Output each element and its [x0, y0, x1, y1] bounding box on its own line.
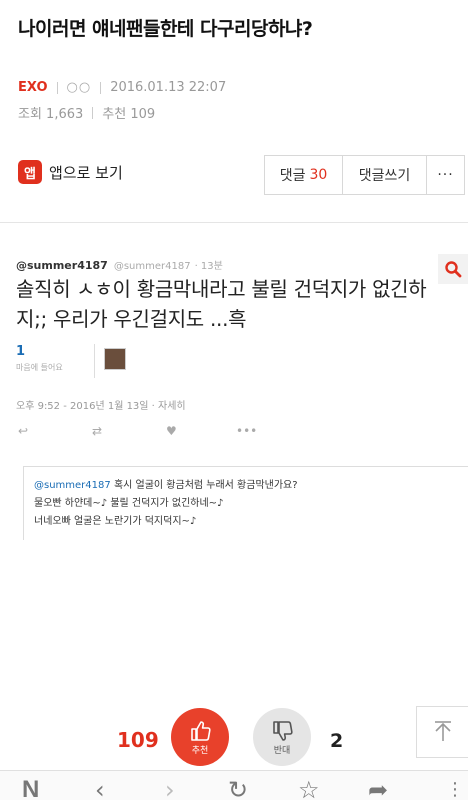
post-datetime: 2016.01.13 22:07 [110, 80, 227, 95]
reply-icon: ↩ [18, 424, 29, 438]
tweet-time: · 13분 [194, 261, 223, 272]
post-stats: 조회 1,663 추천 109 [18, 103, 155, 122]
post-title: 나이러면 얘네팬들한테 다구리당하냐? [18, 18, 313, 40]
dislike-button[interactable]: 반대 [253, 708, 311, 766]
dislike-count: 2 [330, 730, 344, 752]
divider [100, 81, 102, 94]
app-view-link[interactable]: 앱 앱으로 보기 [18, 160, 123, 184]
divider [94, 344, 95, 378]
avatar [104, 348, 126, 370]
tweet-user: @summer4187 [16, 259, 108, 272]
comments-label: 댓글 [279, 168, 306, 184]
scroll-top-icon [434, 721, 451, 741]
divider [56, 81, 58, 94]
like-count: 109 [117, 728, 159, 752]
like-label: 추천 [191, 745, 209, 756]
comments-button[interactable]: 댓글 30 [264, 155, 343, 195]
tweet-actions: ↩ ⇄ ♥ ••• [18, 424, 258, 442]
thumbs-down-icon [273, 720, 293, 741]
reply-line: 물오빤 하얀데~♪ 불릴 건덕지가 없긴하네~♪ [34, 498, 224, 509]
tweet-fav-count: 1 [16, 344, 26, 359]
tweet-text: 솔직히 ㅅㅎ이 황금막내라고 불릴 건덕지가 없긴하지;; 우리가 우긴걸지도 … [16, 277, 427, 331]
scroll-top-button[interactable] [416, 706, 468, 758]
post-category[interactable]: EXO [18, 80, 48, 95]
menu-icon[interactable]: ⋮ [446, 775, 464, 800]
forward-icon[interactable]: › [165, 775, 175, 800]
section-divider [0, 222, 468, 223]
post-author[interactable]: ○○ [67, 80, 92, 95]
comment-toolbar: 댓글 30 댓글쓰기 ··· [264, 155, 465, 195]
tweet-favorites: 1 마음에 들어요 [16, 344, 63, 373]
app-icon: 앱 [18, 160, 42, 184]
comments-count: 30 [309, 167, 328, 183]
heart-icon: ♥ [166, 424, 177, 438]
reply-line: @summer4187 혹시 얼굴이 황금처럼 누래서 황금막낸가요? [34, 477, 458, 495]
back-icon[interactable]: ‹ [95, 775, 105, 800]
tweet-handle: @summer4187 [113, 261, 191, 272]
more-button[interactable]: ··· [427, 155, 465, 195]
reply-line: 너네오빠 얼굴은 노란기가 덕지덕지~♪ [34, 516, 197, 527]
vote-bar: 109 [0, 700, 468, 770]
write-comment-button[interactable]: 댓글쓰기 [343, 155, 427, 195]
naver-logo[interactable]: N [22, 775, 39, 800]
retweet-icon: ⇄ [92, 424, 103, 438]
reply-mention: @summer4187 [34, 480, 111, 491]
post-recommend-count: 추천 109 [102, 107, 156, 122]
thumbs-up-icon [191, 720, 211, 741]
star-icon[interactable]: ☆ [298, 775, 320, 800]
tweet-fav-label: 마음에 들어요 [16, 363, 63, 372]
like-button[interactable]: 추천 [171, 708, 229, 766]
tweet-date: 오후 9:52 - 2016년 1월 13일 · 자세히 [16, 401, 186, 412]
tweet-reply: @summer4187 혹시 얼굴이 황금처럼 누래서 황금막낸가요? 물오빤 … [23, 466, 468, 540]
share-icon[interactable]: ➦ [368, 775, 388, 800]
post-views: 조회 1,663 [18, 107, 84, 122]
post-meta: EXO ○○ 2016.01.13 22:07 [18, 80, 226, 95]
more-icon: ••• [236, 424, 258, 438]
browser-toolbar: N ‹ › ↻ ☆ ➦ ⋮ [0, 770, 468, 800]
dislike-label: 반대 [273, 745, 291, 756]
refresh-icon[interactable]: ↻ [228, 775, 248, 800]
tweet-screenshot: @summer4187 @summer4187 · 13분 솔직히 ㅅㅎ이 황금… [14, 252, 468, 540]
tweet-header: @summer4187 @summer4187 · 13분 [16, 257, 223, 272]
reply-text: 혹시 얼굴이 황금처럼 누래서 황금막낸가요? [113, 480, 298, 491]
app-view-label: 앱으로 보기 [49, 163, 123, 182]
divider [92, 106, 94, 119]
